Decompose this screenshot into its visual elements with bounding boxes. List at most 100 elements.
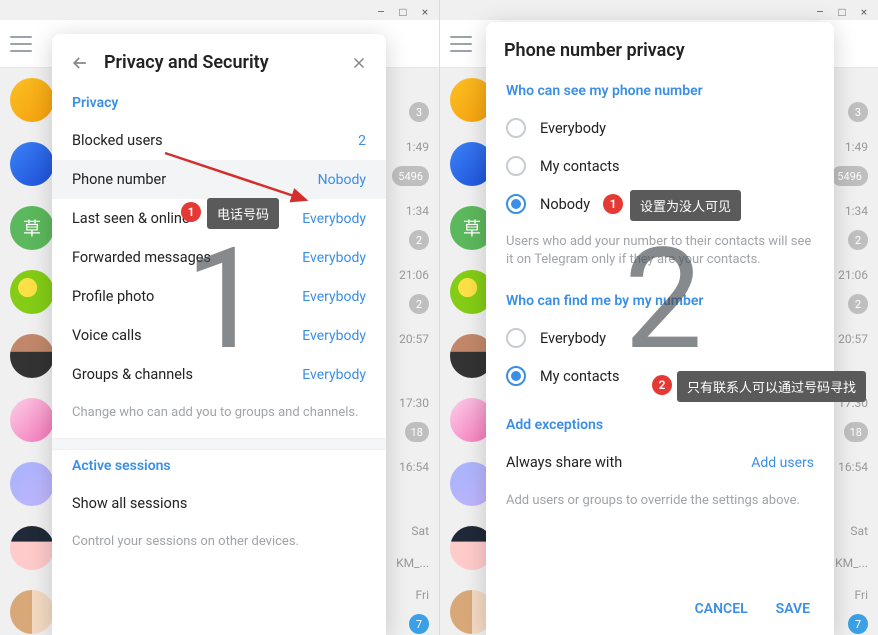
avatar: 草 [10, 206, 54, 250]
unread-badge: 5496 [831, 166, 868, 186]
annotation-tooltip-1: 电话号码 [207, 198, 279, 229]
back-icon[interactable] [70, 53, 90, 73]
chat-time: Fri [855, 588, 868, 602]
unread-badge: 2 [848, 230, 868, 250]
row-label: Last seen & online [72, 210, 190, 227]
add-users-link[interactable]: Add users [751, 455, 814, 471]
unread-badge: 2 [409, 230, 429, 250]
section-privacy-label: Privacy [52, 87, 386, 121]
radio-label: Everybody [540, 330, 606, 347]
chat-preview: KM_... [396, 556, 429, 570]
exceptions-description: Add users or groups to override the sett… [486, 482, 834, 526]
row-label: Profile photo [72, 288, 154, 305]
see-description: Users who add your number to their conta… [486, 223, 834, 285]
avatar [10, 142, 54, 186]
close-window-button[interactable]: × [856, 4, 872, 20]
unread-badge: 18 [405, 422, 429, 442]
row-label: Voice calls [72, 327, 142, 344]
modal-title: Phone number privacy [504, 40, 816, 61]
minimize-button[interactable]: – [373, 4, 389, 20]
menu-icon[interactable] [10, 36, 32, 52]
modal-title: Privacy and Security [104, 52, 336, 73]
minimize-button[interactable]: – [812, 4, 828, 20]
row-value: Everybody [302, 367, 366, 383]
row-value: Everybody [302, 289, 366, 305]
annotation-tooltip-2: 只有联系人可以通过号码寻找 [677, 371, 866, 402]
chat-time: Fri [416, 588, 429, 602]
row-label: Blocked users [72, 132, 163, 149]
annotation-badge-1: 1 [181, 202, 201, 222]
avatar [10, 78, 54, 122]
chat-time: 21:06 [399, 268, 429, 282]
window-controls: – □ × [367, 0, 439, 24]
row-phone-number[interactable]: Phone number Nobody [52, 160, 386, 199]
chat-time: 21:06 [838, 268, 868, 282]
chat-time: 1:34 [845, 204, 868, 218]
radio-label: My contacts [540, 158, 619, 175]
menu-icon[interactable] [450, 36, 472, 52]
unread-badge: 5496 [392, 166, 429, 186]
chat-time: 20:57 [399, 332, 429, 346]
unread-badge: 3 [409, 102, 429, 122]
privacy-modal: Privacy and Security Privacy Blocked use… [52, 34, 386, 635]
radio-icon [506, 194, 526, 214]
row-profile-photo[interactable]: Profile photo Everybody [52, 277, 386, 316]
row-label: Forwarded messages [72, 249, 211, 266]
chat-time: 1:49 [845, 140, 868, 154]
row-show-all-sessions[interactable]: Show all sessions [52, 484, 386, 523]
row-voice-calls[interactable]: Voice calls Everybody [52, 316, 386, 355]
radio-everybody-see[interactable]: Everybody [486, 109, 834, 147]
groups-description: Change who can add you to groups and cha… [52, 394, 386, 438]
modal-actions: CANCEL SAVE [486, 583, 834, 635]
maximize-button[interactable]: □ [834, 4, 850, 20]
chat-time: 20:57 [838, 332, 868, 346]
row-forwarded[interactable]: Forwarded messages Everybody [52, 238, 386, 277]
row-label: Groups & channels [72, 366, 193, 383]
radio-everybody-find[interactable]: Everybody [486, 319, 834, 357]
close-window-button[interactable]: × [417, 4, 433, 20]
annotation-badge-2: 2 [652, 375, 672, 395]
row-groups-channels[interactable]: Groups & channels Everybody [52, 355, 386, 394]
radio-icon [506, 366, 526, 386]
radio-label: My contacts [540, 368, 619, 385]
save-button[interactable]: SAVE [776, 601, 810, 617]
row-always-share[interactable]: Always share with Add users [486, 443, 834, 482]
avatar [10, 334, 54, 378]
radio-contacts-see[interactable]: My contacts [486, 147, 834, 185]
row-value: Everybody [302, 211, 366, 227]
radio-label: Everybody [540, 120, 606, 137]
unread-badge: 2 [409, 294, 429, 314]
chat-time: 16:54 [399, 460, 429, 474]
radio-icon [506, 328, 526, 348]
unread-badge: 2 [848, 294, 868, 314]
close-icon[interactable] [350, 54, 368, 72]
unread-badge: 3 [848, 102, 868, 122]
unread-badge: 7 [848, 614, 868, 634]
maximize-button[interactable]: □ [395, 4, 411, 20]
row-value: Everybody [302, 328, 366, 344]
radio-icon [506, 156, 526, 176]
phone-privacy-modal: Phone number privacy Who can see my phon… [486, 22, 834, 635]
avatar [10, 590, 54, 634]
row-value: Everybody [302, 250, 366, 266]
chat-time: Sat [411, 524, 429, 538]
chat-time: 17:30 [399, 396, 429, 410]
row-value: 2 [358, 133, 366, 149]
annotation-badge-1: 1 [603, 194, 623, 214]
chat-time: 1:49 [406, 140, 429, 154]
window-controls: – □ × [806, 0, 878, 24]
radio-label: Nobody [540, 196, 590, 213]
row-blocked-users[interactable]: Blocked users 2 [52, 121, 386, 160]
chat-time: Sat [850, 524, 868, 538]
chat-time: 16:54 [838, 460, 868, 474]
sessions-description: Control your sessions on other devices. [52, 523, 386, 567]
row-label: Always share with [506, 454, 622, 471]
unread-badge: 7 [409, 614, 429, 634]
section-divider [52, 438, 386, 450]
avatar [10, 526, 54, 570]
cancel-button[interactable]: CANCEL [695, 601, 748, 617]
radio-icon [506, 118, 526, 138]
avatar [10, 398, 54, 442]
chat-time: 1:34 [406, 204, 429, 218]
section-see-label: Who can see my phone number [486, 75, 834, 109]
